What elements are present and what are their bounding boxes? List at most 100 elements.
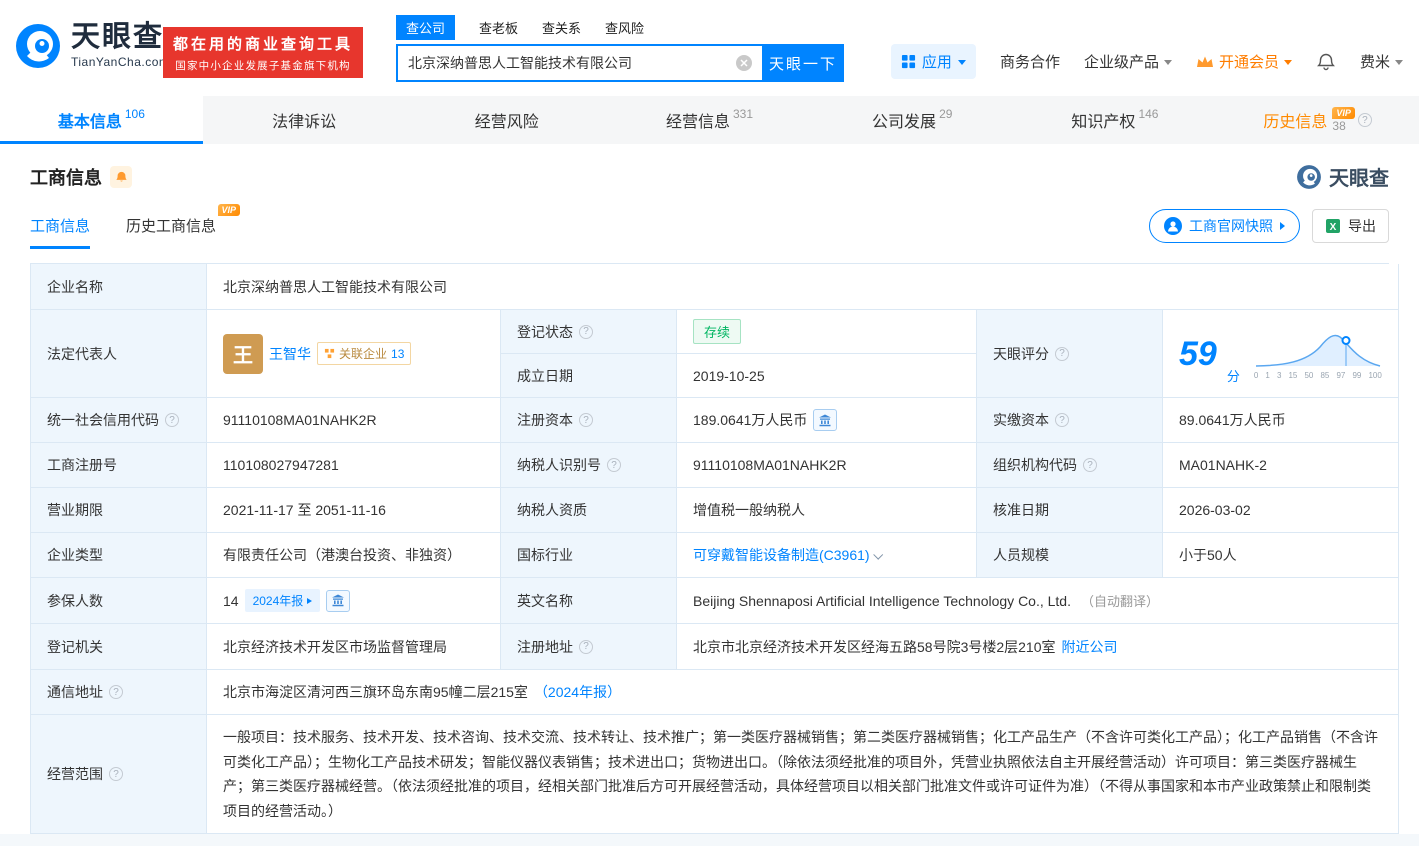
logo-swirl-icon bbox=[16, 24, 60, 68]
insured-count-value: 14 2024年报 bbox=[207, 578, 501, 624]
approval-date-label: 核准日期 bbox=[977, 488, 1163, 533]
subtab-label: 历史工商信息 bbox=[126, 218, 217, 235]
header-nav: 应用 商务合作 企业级产品 开通会员 费米 bbox=[890, 44, 1403, 79]
subtab-business-info[interactable]: 工商信息 bbox=[30, 215, 91, 249]
slogan-badge: 都在用的商业查询工具 国家中小企业发展子基金旗下机构 bbox=[163, 27, 364, 78]
bank-icon bbox=[332, 594, 345, 607]
mail-address-label: 通信地址? bbox=[31, 670, 207, 715]
tab-label: 经营风险 bbox=[474, 114, 539, 131]
tab-legal-proceedings[interactable]: 法律诉讼 bbox=[203, 96, 406, 144]
legal-rep-value: 王 王智华 关联企业 13 bbox=[207, 310, 501, 398]
help-icon[interactable]: ? bbox=[1357, 113, 1372, 127]
score-label: 天眼评分? bbox=[977, 310, 1163, 398]
chevron-down-icon bbox=[1395, 60, 1403, 65]
tab-basic-info[interactable]: 基本信息 106 bbox=[0, 96, 203, 144]
org-code-label: 组织机构代码? bbox=[977, 443, 1163, 488]
capital-history-button[interactable] bbox=[813, 409, 838, 431]
help-icon[interactable]: ? bbox=[109, 767, 123, 781]
help-icon[interactable]: ? bbox=[165, 413, 179, 427]
tab-count: 29 bbox=[939, 107, 953, 121]
taxpayer-qualification-value: 增值税一般纳税人 bbox=[677, 488, 977, 533]
paid-capital-value: 89.0641万人民币 bbox=[1163, 398, 1399, 443]
vip-badge: VIP bbox=[217, 204, 241, 216]
reg-status-label: 登记状态? bbox=[501, 310, 677, 354]
search-tab-company[interactable]: 查公司 bbox=[396, 14, 456, 40]
help-icon[interactable]: ? bbox=[1055, 413, 1069, 427]
business-cooperation-link[interactable]: 商务合作 bbox=[1000, 51, 1060, 72]
related-companies-count: 13 bbox=[391, 346, 405, 361]
industry-label: 国标行业 bbox=[501, 533, 677, 578]
annual-report-link[interactable]: （2024年报） bbox=[534, 682, 621, 702]
tianyancha-logo[interactable]: 天眼查 TianYanCha.com bbox=[14, 22, 169, 70]
score-number: 59 bbox=[1179, 334, 1217, 373]
tab-label: 经营信息 bbox=[665, 114, 730, 131]
search-tab-boss[interactable]: 查老板 bbox=[479, 18, 518, 37]
apps-label: 应用 bbox=[921, 54, 952, 71]
status-badge: 存续 bbox=[693, 319, 742, 344]
arrow-right-icon bbox=[1280, 222, 1285, 230]
crown-icon bbox=[1196, 56, 1213, 67]
watermark-swirl-icon bbox=[1297, 164, 1321, 189]
reg-address-value: 北京市北京经济技术开发区经海五路58号院3号楼2层210室 附近公司 bbox=[677, 624, 1399, 670]
subscribe-bell-icon[interactable] bbox=[110, 165, 132, 188]
tab-company-development[interactable]: 公司发展 29 bbox=[811, 96, 1014, 144]
slogan-line2: 国家中小企业发展子基金旗下机构 bbox=[175, 60, 351, 72]
annual-report-badge[interactable]: 2024年报 bbox=[244, 589, 321, 612]
taxpayer-id-value: 91110108MA01NAHK2R bbox=[677, 443, 977, 488]
staff-size-label: 人员规模 bbox=[977, 533, 1163, 578]
approval-date-value: 2026-03-02 bbox=[1163, 488, 1399, 533]
insured-history-button[interactable] bbox=[326, 589, 351, 612]
top-header: 天眼查 TianYanCha.com 都在用的商业查询工具 国家中小企业发展子基… bbox=[0, 0, 1419, 96]
tab-history-info[interactable]: 历史信息 VIP 38 ? bbox=[1216, 96, 1419, 144]
business-info-section: 工商信息 天眼查 工商信息 历史工商信息 VIP 工商官网快照 X 导出 企业名… bbox=[0, 144, 1419, 834]
tab-label: 历史信息 bbox=[1263, 114, 1328, 131]
nearby-companies-link[interactable]: 附近公司 bbox=[1062, 637, 1118, 657]
tab-operating-info[interactable]: 经营信息 331 bbox=[608, 96, 811, 144]
tab-operating-risk[interactable]: 经营风险 bbox=[405, 96, 608, 144]
paid-capital-label: 实缴资本? bbox=[977, 398, 1163, 443]
score-distribution-chart: 0 1 3 15 50 85 97 99 100 bbox=[1254, 328, 1382, 380]
company-type-label: 企业类型 bbox=[31, 533, 207, 578]
svg-text:X: X bbox=[1330, 222, 1337, 233]
official-snapshot-button[interactable]: 工商官网快照 bbox=[1149, 209, 1300, 243]
taxpayer-qualification-label: 纳税人资质 bbox=[501, 488, 677, 533]
bank-icon bbox=[819, 414, 832, 426]
apps-menu[interactable]: 应用 bbox=[890, 44, 976, 79]
subtab-history-business-info[interactable]: 历史工商信息 VIP bbox=[126, 204, 241, 249]
notifications-bell-icon[interactable] bbox=[1316, 52, 1336, 72]
help-icon[interactable]: ? bbox=[579, 413, 593, 427]
excel-icon: X bbox=[1326, 219, 1340, 233]
related-companies-chip[interactable]: 关联企业 13 bbox=[317, 342, 412, 365]
search-tab-risk[interactable]: 查风险 bbox=[605, 18, 644, 37]
export-button[interactable]: X 导出 bbox=[1312, 209, 1389, 243]
legal-rep-name-link[interactable]: 王智华 bbox=[269, 344, 311, 364]
auto-translate-note: （自动翻译） bbox=[1080, 594, 1159, 609]
related-companies-label: 关联企业 bbox=[339, 347, 388, 361]
vip-badge: VIP bbox=[1332, 107, 1355, 119]
search-tabs: 查公司 查老板 查关系 查风险 bbox=[396, 14, 844, 40]
clear-search-icon[interactable] bbox=[736, 55, 752, 71]
tab-label: 基本信息 bbox=[57, 114, 122, 131]
help-icon[interactable]: ? bbox=[607, 458, 621, 472]
search-input[interactable] bbox=[396, 44, 762, 82]
user-menu[interactable]: 费米 bbox=[1360, 51, 1403, 72]
reg-capital-label: 注册资本? bbox=[501, 398, 677, 443]
help-icon[interactable]: ? bbox=[109, 685, 123, 699]
tab-label: 知识产权 bbox=[1071, 114, 1136, 131]
help-icon[interactable]: ? bbox=[579, 639, 593, 654]
enterprise-products-menu[interactable]: 企业级产品 bbox=[1084, 51, 1172, 72]
help-icon[interactable]: ? bbox=[1055, 346, 1069, 361]
help-icon[interactable]: ? bbox=[1083, 458, 1097, 472]
tab-intellectual-property[interactable]: 知识产权 146 bbox=[1014, 96, 1217, 144]
related-companies-icon bbox=[324, 348, 335, 359]
search-tab-relation[interactable]: 查关系 bbox=[542, 18, 581, 37]
help-icon[interactable]: ? bbox=[579, 324, 593, 339]
tab-label: 公司发展 bbox=[872, 114, 937, 131]
open-vip-link[interactable]: 开通会员 bbox=[1196, 51, 1292, 72]
legal-rep-avatar[interactable]: 王 bbox=[223, 333, 263, 374]
industry-value: 可穿戴智能设备制造(C3961) bbox=[677, 533, 977, 578]
industry-dropdown[interactable]: 可穿戴智能设备制造(C3961) bbox=[693, 545, 883, 565]
search-button[interactable]: 天眼一下 bbox=[762, 44, 844, 82]
person-badge-icon bbox=[1164, 217, 1182, 235]
score-value: 59 分 0 1 3 15 50 85 97 99 100 bbox=[1163, 310, 1399, 398]
